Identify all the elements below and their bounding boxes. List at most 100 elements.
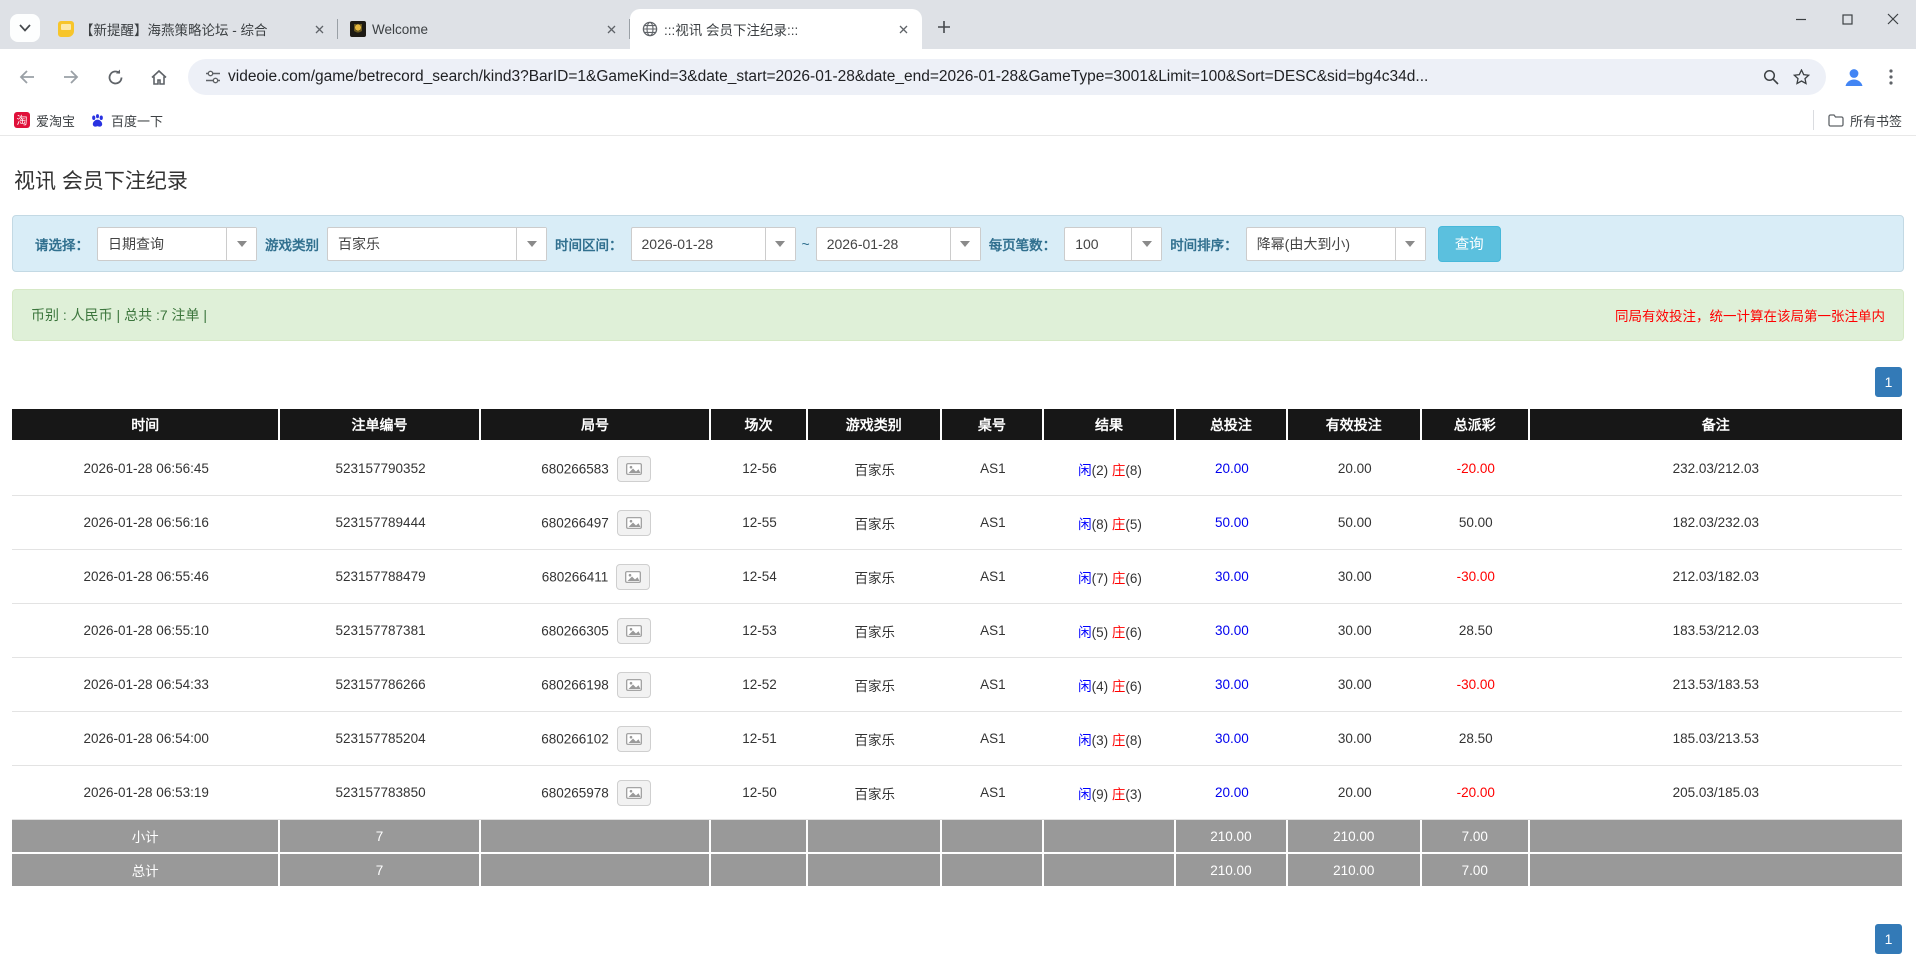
- page-1-button[interactable]: 1: [1875, 367, 1902, 397]
- bookmark-star-button[interactable]: [1786, 62, 1816, 92]
- home-icon: [150, 69, 168, 86]
- tab-title: :::视讯 会员下注纪录:::: [664, 19, 888, 39]
- cell-total-bet[interactable]: 30.00: [1176, 712, 1288, 766]
- address-bar[interactable]: videoie.com/game/betrecord_search/kind3?…: [188, 59, 1826, 95]
- cell-payout: 50.00: [1422, 496, 1530, 550]
- banker-result: 庄(6): [1112, 571, 1142, 586]
- player-result: 闲(8): [1078, 517, 1108, 532]
- tab-search-button[interactable]: [10, 14, 40, 42]
- tab-close-button[interactable]: [602, 20, 620, 38]
- sort-dropdown-button[interactable]: [1395, 228, 1425, 260]
- browser-tab-1[interactable]: 【新提醒】海燕策略论坛 - 综合: [46, 9, 338, 49]
- back-button[interactable]: [10, 60, 44, 94]
- query-button[interactable]: 查询: [1438, 226, 1501, 262]
- site-settings-icon[interactable]: [198, 62, 228, 92]
- round-result-image-button[interactable]: [617, 510, 651, 536]
- picture-icon: [626, 517, 642, 529]
- reload-button[interactable]: [98, 60, 132, 94]
- bookmarks-bar: 淘 爱淘宝 百度一下 所有书签: [0, 105, 1916, 136]
- query-mode-input[interactable]: [98, 228, 226, 260]
- cell-time: 2026-01-28 06:55:10: [12, 604, 280, 658]
- baidu-paw-icon: [89, 112, 105, 128]
- page-size-input[interactable]: [1065, 228, 1131, 260]
- reload-icon: [107, 69, 124, 86]
- bookmark-aitaobao[interactable]: 淘 爱淘宝: [14, 111, 75, 130]
- cell-session: 12-56: [711, 442, 807, 496]
- tune-icon: [205, 70, 221, 84]
- date-start-dropdown-button[interactable]: [765, 228, 795, 260]
- round-result-image-button[interactable]: [616, 564, 650, 590]
- crest-icon: [350, 21, 366, 37]
- sort-select: [1246, 227, 1426, 261]
- date-start-input[interactable]: [632, 228, 765, 260]
- round-result-image-button[interactable]: [617, 672, 651, 698]
- column-header-11: 备注: [1530, 409, 1902, 442]
- caret-down-icon: [960, 241, 970, 247]
- round-result-image-button[interactable]: [617, 780, 651, 806]
- round-result-image-button[interactable]: [617, 726, 651, 752]
- page-title: 视讯 会员下注纪录: [14, 165, 1916, 195]
- forward-button[interactable]: [54, 60, 88, 94]
- caret-down-icon: [1142, 241, 1152, 247]
- all-bookmarks-button[interactable]: 所有书签: [1813, 110, 1902, 130]
- zoom-button[interactable]: [1756, 62, 1786, 92]
- page-1-button[interactable]: 1: [1875, 924, 1902, 954]
- url-text[interactable]: videoie.com/game/betrecord_search/kind3?…: [228, 68, 1756, 86]
- subtotal-row-cell-8: 210.00: [1176, 820, 1288, 854]
- cell-total-bet[interactable]: 30.00: [1176, 550, 1288, 604]
- cell-total-bet[interactable]: 20.00: [1176, 442, 1288, 496]
- new-tab-button[interactable]: [930, 13, 958, 41]
- range-separator: ~: [802, 236, 810, 252]
- bookmark-baidu[interactable]: 百度一下: [89, 111, 163, 130]
- query-mode-dropdown-button[interactable]: [226, 228, 256, 260]
- cell-total-bet[interactable]: 20.00: [1176, 766, 1288, 820]
- page-content: 视讯 会员下注纪录 请选择： 游戏类别 时间区间： ~ 每页笔数： 时间排序：: [0, 137, 1916, 973]
- subtotal-row-cell-2: 7: [280, 820, 480, 854]
- cell-note: 213.53/183.53: [1530, 658, 1902, 712]
- minimize-button[interactable]: [1778, 0, 1824, 38]
- table-row: 2026-01-28 06:54:33523157786266680266198…: [12, 658, 1902, 712]
- cell-note: 182.03/232.03: [1530, 496, 1902, 550]
- browser-menu-button[interactable]: [1876, 62, 1906, 92]
- subtotal-row-cell-3: [481, 820, 712, 854]
- round-result-image-button[interactable]: [617, 456, 651, 482]
- magnifier-icon: [1763, 69, 1779, 85]
- cell-table-number: AS1: [942, 550, 1044, 604]
- game-kind-dropdown-button[interactable]: [516, 228, 546, 260]
- cell-valid-bet: 30.00: [1288, 712, 1422, 766]
- table-row: 2026-01-28 06:53:19523157783850680265978…: [12, 766, 1902, 820]
- table-header-row: 时间注单编号局号场次游戏类别桌号结果总投注有效投注总派彩备注: [12, 409, 1902, 442]
- game-kind-input[interactable]: [328, 228, 516, 260]
- browser-tab-3[interactable]: :::视讯 会员下注纪录:::: [630, 9, 922, 49]
- cell-time: 2026-01-28 06:54:00: [12, 712, 280, 766]
- round-number-text: 680266497: [541, 515, 609, 530]
- round-result-image-button[interactable]: [617, 618, 651, 644]
- total-row-cell-6: [942, 854, 1044, 888]
- cell-total-bet[interactable]: 30.00: [1176, 604, 1288, 658]
- sort-input[interactable]: [1247, 228, 1395, 260]
- game-kind-select: [327, 227, 547, 261]
- cell-note: 185.03/213.53: [1530, 712, 1902, 766]
- cell-bet-number: 523157787381: [280, 604, 480, 658]
- cell-result: 闲(2) 庄(8): [1044, 442, 1176, 496]
- close-window-button[interactable]: [1870, 0, 1916, 38]
- column-header-1: 时间: [12, 409, 280, 442]
- date-end-input[interactable]: [817, 228, 950, 260]
- browser-tab-2[interactable]: Welcome: [338, 9, 630, 49]
- page-size-dropdown-button[interactable]: [1131, 228, 1161, 260]
- maximize-button[interactable]: [1824, 0, 1870, 38]
- table-row: 2026-01-28 06:56:16523157789444680266497…: [12, 496, 1902, 550]
- tab-close-button[interactable]: [310, 20, 328, 38]
- date-end-dropdown-button[interactable]: [950, 228, 980, 260]
- cell-total-bet[interactable]: 30.00: [1176, 658, 1288, 712]
- profile-avatar-button[interactable]: [1838, 61, 1870, 93]
- tab-close-button[interactable]: [894, 20, 912, 38]
- cell-total-bet[interactable]: 50.00: [1176, 496, 1288, 550]
- home-button[interactable]: [142, 60, 176, 94]
- cell-round-number: 680265978: [481, 766, 712, 820]
- cell-time: 2026-01-28 06:56:45: [12, 442, 280, 496]
- cell-payout: 28.50: [1422, 712, 1530, 766]
- bookmark-label: 百度一下: [111, 111, 163, 130]
- cell-game-kind: 百家乐: [808, 604, 942, 658]
- picture-icon: [626, 463, 642, 475]
